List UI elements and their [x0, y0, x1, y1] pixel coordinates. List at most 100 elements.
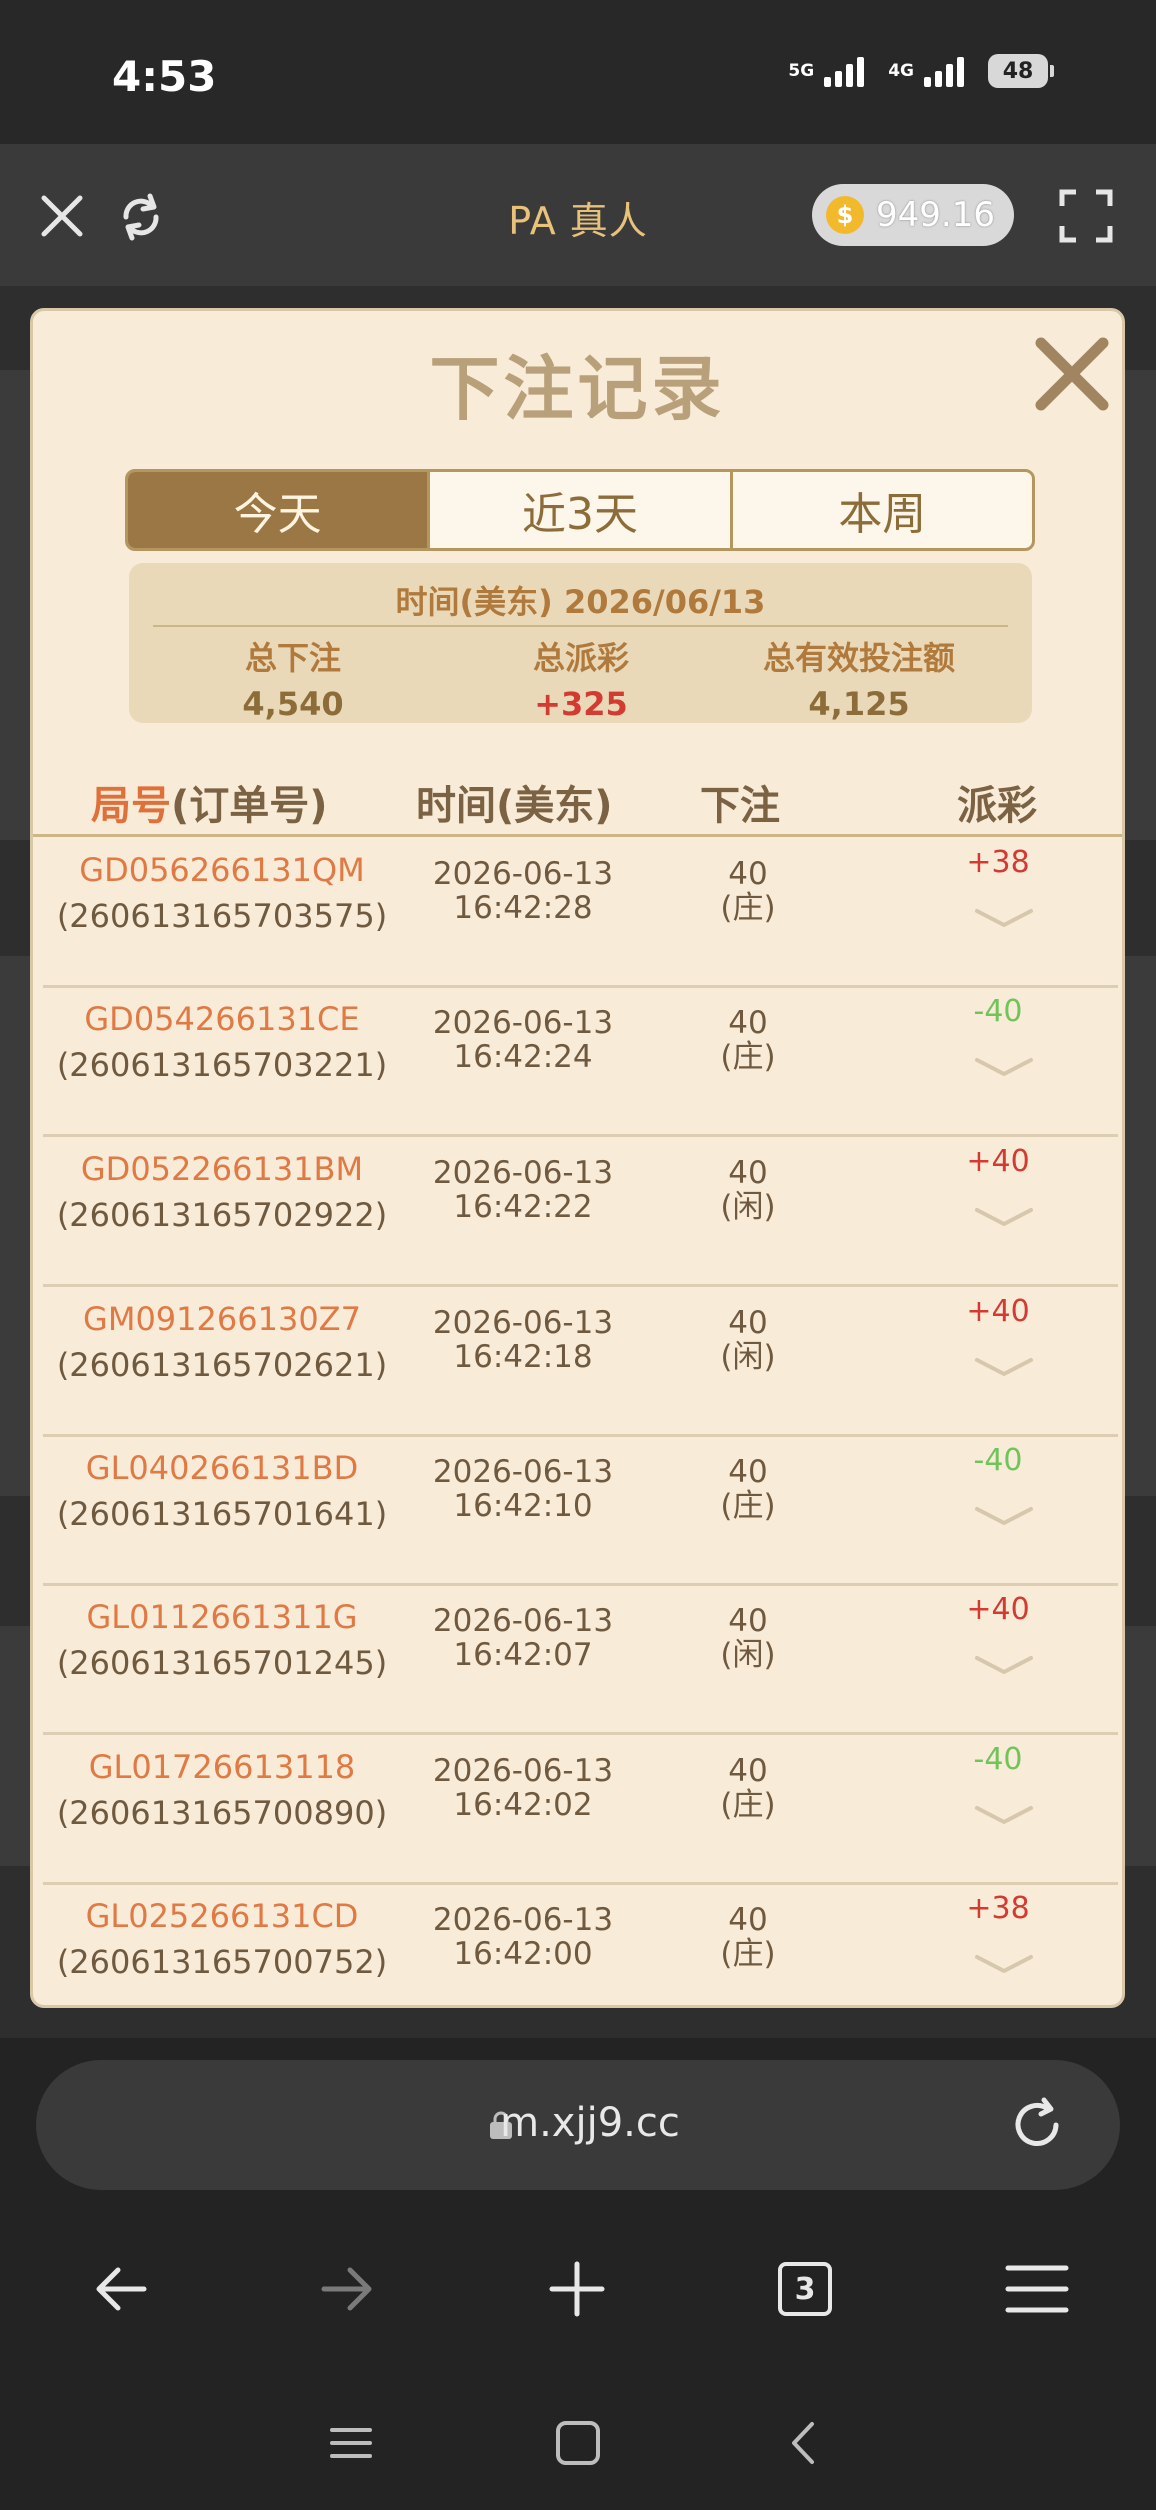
round-code: GL01726613118 [88, 1748, 356, 1786]
balance-pill: $ 949.16 [812, 184, 1014, 246]
chevron-down-icon[interactable] [973, 1501, 1035, 1531]
bet-amount: 40 [728, 1005, 768, 1041]
battery-icon: 48 [988, 54, 1054, 88]
summary-panel: 时间(美东) 2026/06/13 总下注 4,540 总派彩 +325 总有效… [129, 563, 1032, 723]
bet-date: 2026-06-13 [432, 1603, 614, 1639]
table-row[interactable]: GL040266131BD (260613165701641) 2026-06-13… [43, 1437, 1118, 1586]
chevron-down-icon[interactable] [973, 1352, 1035, 1382]
bet-history-modal: 下注记录 今天 近3天 本周 时间(美东) 2026/06/13 总下注 4,5… [30, 308, 1125, 2008]
tab-this-week[interactable]: 本周 [733, 472, 1032, 548]
reload-icon[interactable] [1004, 2092, 1070, 2158]
bet-time: 16:42:10 [453, 1488, 593, 1524]
status-indicators: 5G 4G 48 [788, 54, 1054, 88]
col-round-id-suffix: (订单号) [171, 783, 328, 829]
home-icon[interactable] [553, 2418, 603, 2468]
network-5g-label: 5G [788, 60, 815, 81]
table-row[interactable]: GL0112661311G (260613165701245) 2026-06-13… [43, 1586, 1118, 1735]
summary-time: 时间(美东) 2026/06/13 [395, 583, 766, 621]
round-id-cell: GL0112661311G (260613165701245) [43, 1598, 401, 1682]
chevron-down-icon[interactable] [973, 1949, 1035, 1979]
tab-today[interactable]: 今天 [128, 472, 431, 548]
bet-amount: 40 [728, 1603, 768, 1639]
fullscreen-icon[interactable] [1058, 188, 1114, 244]
system-back-icon[interactable] [780, 2418, 830, 2468]
browser-nav-bar [0, 2222, 1156, 2356]
network-4g-label: 4G [888, 60, 914, 81]
back-arrow-icon[interactable] [76, 2244, 166, 2334]
chevron-down-icon[interactable] [973, 1052, 1035, 1082]
payout-value: +40 [966, 1144, 1030, 1179]
time-cell: 2026-06-13 16:42:10 [398, 1455, 648, 1523]
round-code: GM091266130Z7 [83, 1300, 361, 1338]
round-code: GD052266131BM [80, 1150, 364, 1188]
bet-time: 16:42:02 [453, 1787, 593, 1823]
bet-time: 16:42:28 [453, 890, 593, 926]
bet-time: 16:42:18 [453, 1339, 593, 1375]
col-round-id-prefix: 局号 [91, 783, 171, 829]
round-id-cell: GL025266131CD (260613165700752) [43, 1897, 401, 1981]
address-bar[interactable]: m.xjj9.cc [36, 2060, 1120, 2190]
col-payout: 派彩 [957, 783, 1037, 829]
divider [153, 625, 1008, 627]
bet-cell: 40 (闲) [693, 1306, 803, 1374]
col-round-id: 局号(订单号) [91, 773, 328, 831]
recent-apps-icon[interactable] [326, 2418, 376, 2468]
table-header: 局号(订单号) 时间(美东) 下注 派彩 [33, 773, 1122, 837]
order-number: (260613165700890) [56, 1794, 388, 1832]
bet-cell: 40 (庄) [693, 1903, 803, 1971]
round-id-cell: GD052266131BM (260613165702922) [43, 1150, 401, 1234]
bet-cell: 40 (庄) [693, 1455, 803, 1523]
time-cell: 2026-06-13 16:42:02 [398, 1754, 648, 1822]
table-row[interactable]: GM091266130Z7 (260613165702621) 2026-06-13… [43, 1288, 1118, 1437]
total-valid-bet: 总有效投注额 4,125 [729, 633, 989, 723]
round-code: GL0112661311G [86, 1598, 358, 1636]
bet-side: (庄) [720, 1488, 776, 1524]
bet-cell: 40 (庄) [693, 1754, 803, 1822]
chevron-down-icon[interactable] [973, 1800, 1035, 1830]
bet-time: 16:42:22 [453, 1189, 593, 1225]
table-row[interactable]: GL025266131CD (260613165700752) 2026-06-13… [43, 1885, 1118, 2005]
col-bet: 下注 [700, 783, 780, 829]
bet-side: (闲) [720, 1339, 776, 1375]
table-row[interactable]: GD054266131CE (260613165703221) 2026-06-13… [43, 988, 1118, 1137]
bet-date: 2026-06-13 [432, 856, 614, 892]
new-tab-plus-icon[interactable] [532, 2244, 622, 2334]
bet-cell: 40 (闲) [693, 1156, 803, 1224]
time-cell: 2026-06-13 16:42:00 [398, 1903, 648, 1971]
order-number: (260613165701245) [56, 1644, 388, 1682]
bet-amount: 40 [728, 1305, 768, 1341]
bet-side: (庄) [720, 1787, 776, 1823]
payout-value: -40 [973, 994, 1023, 1029]
chevron-down-icon[interactable] [973, 1202, 1035, 1232]
tab-last-3-days[interactable]: 近3天 [430, 472, 733, 548]
bet-date: 2026-06-13 [432, 1005, 614, 1041]
menu-icon[interactable] [992, 2244, 1082, 2334]
col-time: 时间(美东) [416, 783, 613, 829]
tab-switcher-button[interactable]: 3 [778, 2262, 832, 2316]
total-bet: 总下注 4,540 [193, 633, 393, 723]
modal-title: 下注记录 [429, 348, 726, 430]
url-text: m.xjj9.cc [500, 2100, 680, 2146]
round-id-cell: GD056266131QM (260613165703575) [43, 851, 401, 935]
bet-amount: 40 [728, 1155, 768, 1191]
time-cell: 2026-06-13 16:42:22 [398, 1156, 648, 1224]
round-id-cell: GD054266131CE (260613165703221) [43, 1000, 401, 1084]
table-row[interactable]: GL01726613118 (260613165700890) 2026-06-13… [43, 1736, 1118, 1885]
balance-value: 949.16 [876, 195, 995, 235]
payout-value: -40 [973, 1443, 1023, 1478]
round-code: GL040266131BD [85, 1449, 359, 1487]
status-time: 4:53 [112, 52, 217, 101]
time-cell: 2026-06-13 16:42:24 [398, 1006, 648, 1074]
forward-arrow-icon[interactable] [302, 2244, 392, 2334]
bet-time: 16:42:00 [453, 1936, 593, 1972]
bet-side: (庄) [720, 1039, 776, 1075]
chevron-down-icon[interactable] [973, 1650, 1035, 1680]
table-row[interactable]: GD052266131BM (260613165702922) 2026-06-13… [43, 1138, 1118, 1287]
bet-amount: 40 [728, 1454, 768, 1490]
bet-amount: 40 [728, 856, 768, 892]
bet-time: 16:42:07 [453, 1637, 593, 1673]
total-valid-value: 4,125 [808, 685, 910, 723]
close-icon[interactable] [1031, 333, 1113, 415]
chevron-down-icon[interactable] [973, 903, 1035, 933]
table-row[interactable]: GD056266131QM (260613165703575) 2026-06-13… [43, 839, 1118, 988]
